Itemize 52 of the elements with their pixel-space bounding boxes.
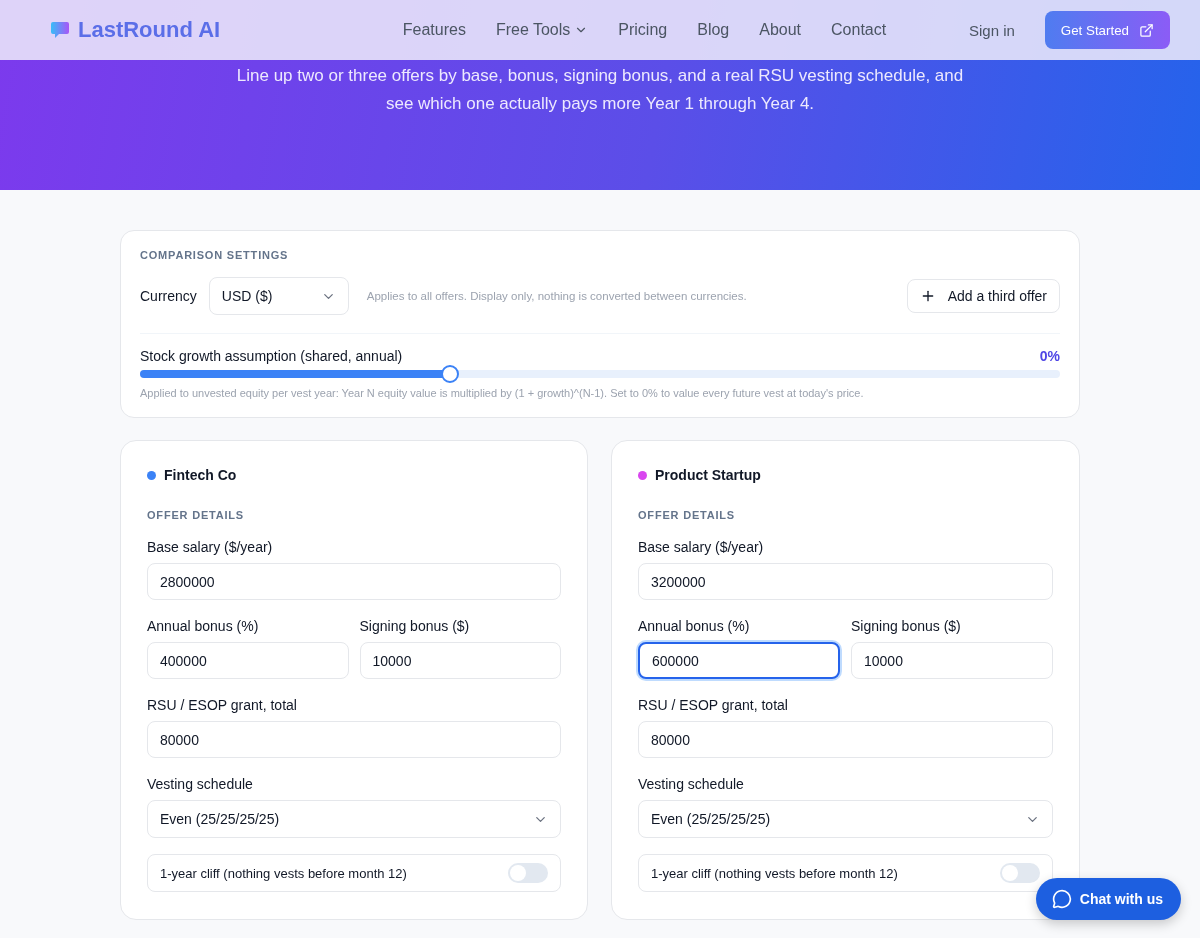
section-heading: OFFER DETAILS [147,509,245,521]
input-field[interactable]: 80000 [638,721,1053,758]
sign-in-link[interactable]: Sign in [968,21,1015,39]
field-label: Base salary ($/year) [638,539,765,555]
offer-name: Product Startup [655,467,761,483]
field-label: Base salary ($/year) [147,539,274,555]
input-field[interactable]: 10000 [851,642,1053,679]
logo-text: LastRound AI [78,17,221,43]
nav-link[interactable]: Free Tools [495,21,589,39]
vesting-select[interactable]: Even (25/25/25/25) [638,800,1053,838]
growth-note: Applied to unvested equity per vest year: Year N equity value is multiplied by (1 + growth)^(N-1). Set to 0% to value every future vest at today's price. [140,387,865,399]
input-field[interactable]: 80000 [147,721,561,758]
growth-slider[interactable] [140,365,1060,383]
field-label: Vesting schedule [147,776,254,792]
chat-bubble-logo-icon [50,20,70,40]
currency-select[interactable]: USD ($) [208,277,349,315]
cliff-label: 1-year cliff (nothing vests before month 12) [651,865,898,881]
input-field[interactable]: 3200000 [638,563,1053,600]
toggle-switch[interactable] [508,863,548,883]
vesting-select[interactable]: Even (25/25/25/25) [147,800,561,838]
nav-link[interactable]: Pricing [618,21,668,39]
external-link-icon [1139,22,1154,38]
toggle-switch[interactable] [1000,863,1040,883]
slider-thumb[interactable] [441,365,460,383]
nav-link[interactable]: Contact [831,21,887,39]
input-field[interactable]: 2800000 [147,563,561,600]
field-label: RSU / ESOP grant, total [147,697,298,713]
offer-name: Fintech Co [164,467,237,483]
cliff-label: 1-year cliff (nothing vests before month 12) [160,865,407,881]
field-label: Signing bonus ($) [359,618,471,634]
nav-link[interactable]: Blog [697,21,730,39]
nav-link[interactable]: Features [402,21,466,39]
nav-link[interactable]: About [759,21,802,39]
chat-icon [1051,889,1072,909]
section-heading: OFFER DETAILS [638,509,736,521]
field-label: Annual bonus (%) [147,618,260,634]
field-label: RSU / ESOP grant, total [638,697,789,713]
field-label: Annual bonus (%) [638,618,751,634]
section-heading: COMPARISON SETTINGS [140,249,290,261]
input-field[interactable]: 400000 [147,642,349,679]
input-field[interactable]: 10000 [359,642,561,679]
add-offer-button[interactable]: Add a third offer [906,279,1060,313]
field-label: Signing bonus ($) [851,618,962,634]
get-started-button[interactable]: Get Started [1044,11,1170,49]
page-subtitle: Line up two or three offers by base, bonus, signing bonus, and a real RSU vesting schedule, and see which one actually pays more Year 1 through Year 4. [235,65,965,115]
chat-button[interactable]: Chat with us [1035,878,1181,920]
growth-reading: 0% [1039,348,1060,364]
growth-label: Stock growth assumption (shared, annual) [140,348,403,364]
field-label: Vesting schedule [638,776,745,792]
input-field[interactable]: 600000 [638,642,840,679]
currency-label: Currency [140,288,197,304]
currency-note: Applies to all offers. Display only, nothing is converted between currencies. [366,290,748,302]
